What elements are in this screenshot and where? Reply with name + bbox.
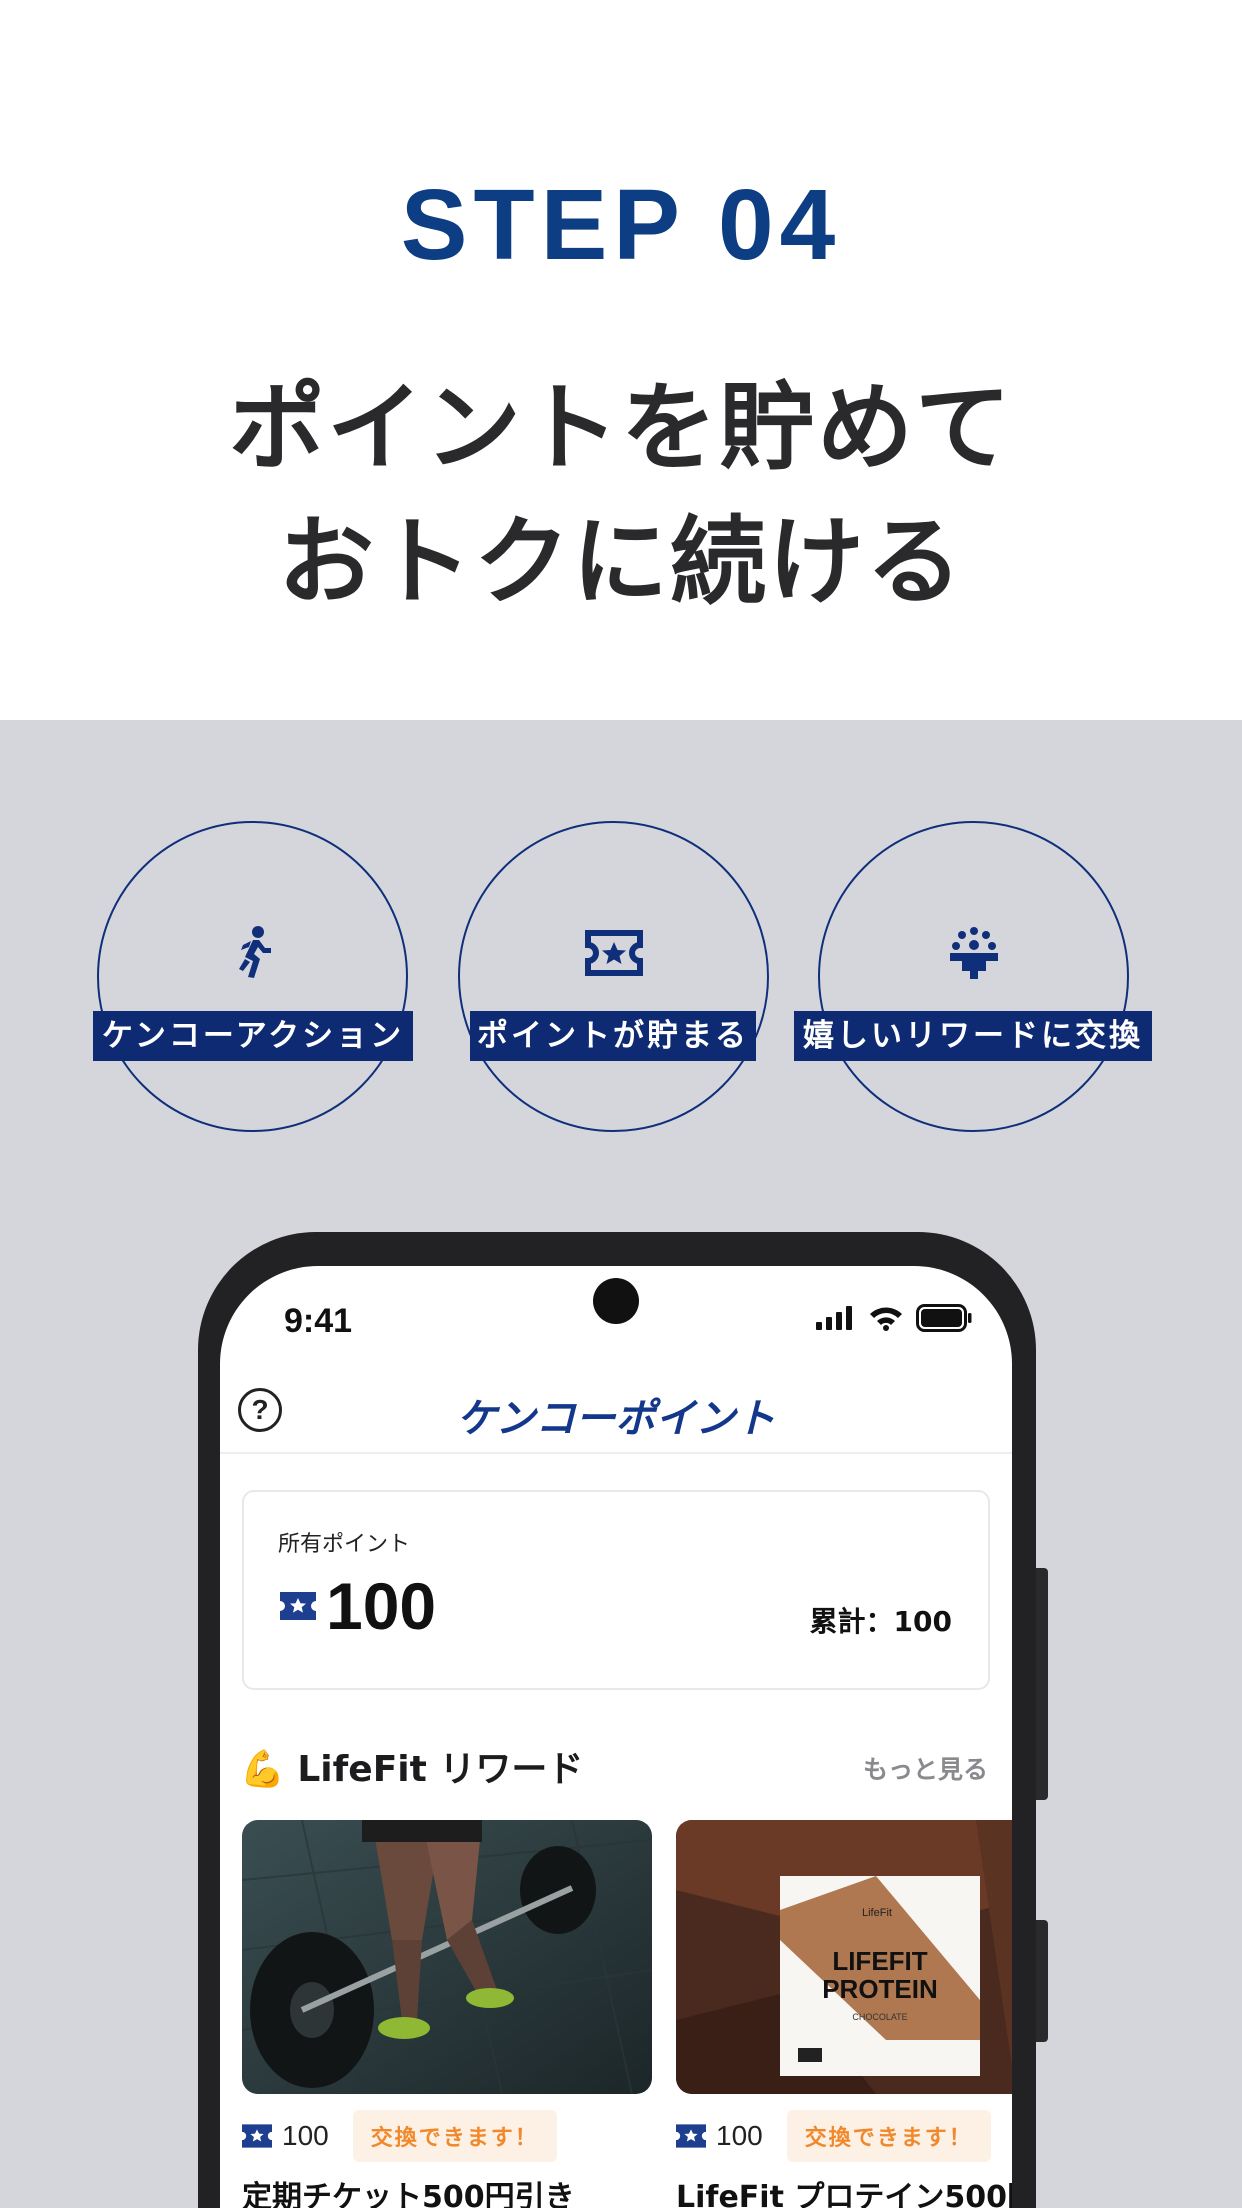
feature-section: ケンコーアクション ポイントが貯まる 嬉しいリワードに交換 9:41 ? ケンコ… — [0, 720, 1242, 2208]
wifi-icon — [870, 1307, 902, 1331]
reward-meta: 100 交換できます！ — [676, 2110, 991, 2162]
phone-side-button — [1036, 1568, 1048, 1800]
flow-label-action: ケンコーアクション — [93, 1011, 413, 1061]
phone-volume-button — [1036, 1920, 1048, 2042]
reward-name: 定期チケット500円引き — [242, 2180, 575, 2208]
flow-circle-points — [458, 821, 769, 1132]
point-ticket-icon — [242, 2124, 272, 2148]
headline-line-1: ポイントを貯めて — [229, 372, 1013, 484]
gift-reward-icon — [949, 927, 998, 979]
point-ticket-icon — [280, 1592, 316, 1620]
step-heading: STEP 04 — [400, 169, 842, 281]
rewards-section-title: 💪 LifeFit リワード — [240, 1749, 584, 1790]
battery-icon — [916, 1304, 972, 1332]
title-section: STEP 04 ポイントを貯めて おトクに続ける — [0, 0, 1242, 720]
protein-package-photo: LifeFit LIFEFIT PROTEIN CHOCOLATE — [676, 1820, 1012, 2094]
points-label: 所有ポイント — [278, 1532, 411, 1557]
points-total: 累計：100 — [809, 1605, 952, 1638]
exchangeable-badge: 交換できます！ — [786, 2110, 991, 2162]
front-camera — [593, 1278, 639, 1324]
package-line-2: PROTEIN — [822, 1974, 938, 2004]
point-ticket-icon — [676, 2124, 706, 2148]
running-person-icon — [238, 926, 271, 978]
reward-name: LifeFit プロテイン500円 — [676, 2180, 1012, 2208]
app-screen: 9:41 ? ケンコーポイント 所有ポイント 100 累計：100 💪 Life… — [220, 1266, 1012, 2208]
star-ticket-icon — [584, 930, 643, 976]
exchangeable-badge: 交換できます！ — [352, 2110, 557, 2162]
flow-circle-action — [97, 821, 408, 1132]
reward-card[interactable]: 100 交換できます！ 定期チケット500円引き — [242, 1820, 652, 2208]
headline-line-2: おトクに続ける — [278, 506, 964, 618]
app-logo: ケンコーポイント — [456, 1396, 776, 1442]
phone-mockup: 9:41 ? ケンコーポイント 所有ポイント 100 累計：100 💪 Life… — [198, 1232, 1048, 2208]
reward-points: 100 — [716, 2120, 763, 2151]
reward-meta: 100 交換できます！ — [242, 2110, 557, 2162]
reward-card[interactable]: LifeFit LIFEFIT PROTEIN CHOCOLATE 100 交換… — [676, 1820, 1012, 2208]
barbell-deadlift-photo — [242, 1820, 652, 2094]
reward-points: 100 — [282, 2120, 329, 2151]
points-card: 所有ポイント 100 累計：100 — [242, 1490, 990, 1690]
see-more-link[interactable]: もっと見る — [863, 1750, 988, 1786]
header-divider — [220, 1452, 1012, 1454]
flow-circle-reward — [818, 821, 1129, 1132]
status-icons — [816, 1304, 972, 1332]
flow-label-reward: 嬉しいリワードに交換 — [794, 1011, 1152, 1061]
flow-label-points: ポイントが貯まる — [470, 1011, 756, 1061]
package-line-1: LIFEFIT — [832, 1946, 927, 1976]
package-brand: LifeFit — [862, 1907, 892, 1919]
status-time: 9:41 — [284, 1302, 353, 1340]
signal-icon — [816, 1306, 852, 1330]
package-flavor: CHOCOLATE — [852, 2012, 907, 2022]
points-value: 100 — [326, 1569, 437, 1643]
